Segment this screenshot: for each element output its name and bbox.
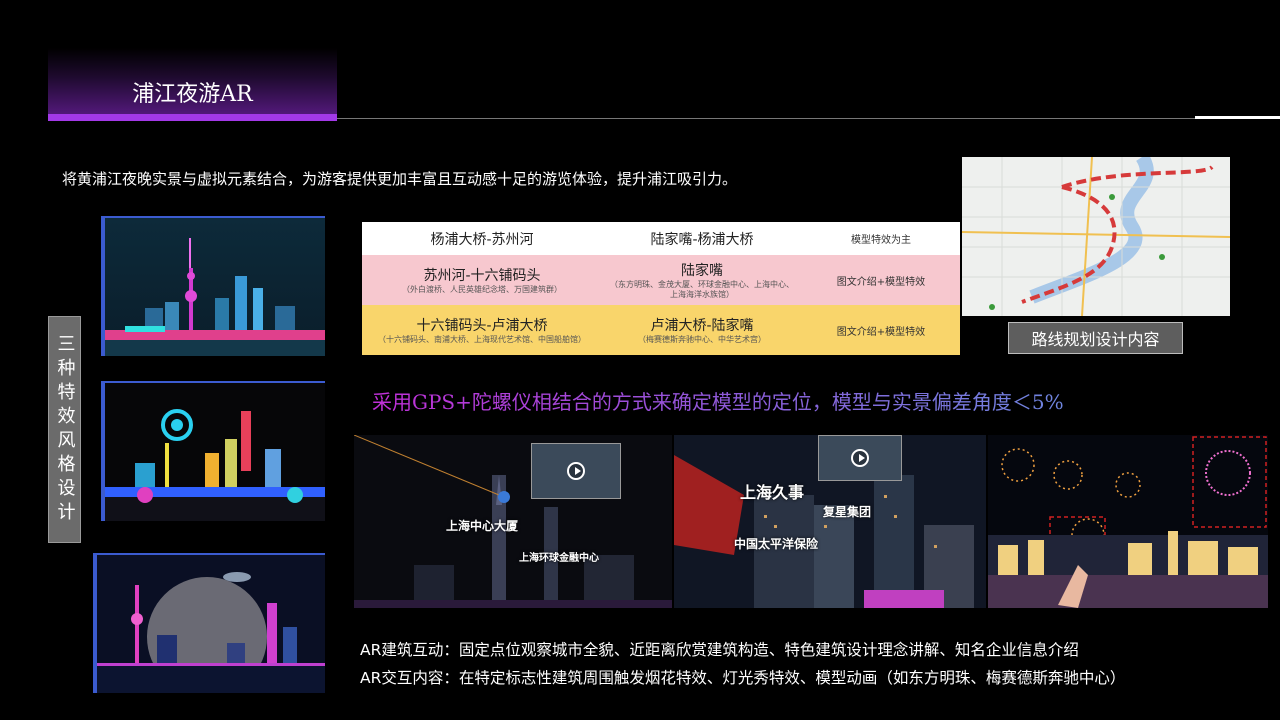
ar-screenshot-1: 上海中心大厦 上海环球金融中心 [354, 435, 672, 608]
route-detail: （外白渡桥、人民英雄纪念塔、万国建筑群） [402, 285, 562, 294]
route-detail: （十六铺码头、南浦大桥、上海现代艺术馆、中国船舶馆） [378, 335, 586, 344]
intro-text: 将黄浦江夜晚实景与虚拟元素结合，为游客提供更加丰富且互动感十足的游览体验，提升浦… [62, 170, 738, 188]
table-header-cell: 模型特效为主 [851, 235, 911, 246]
night-skyline-image-1 [101, 216, 325, 356]
play-icon[interactable] [851, 449, 869, 467]
footer-line-2: AR交互内容：在特定标志性建筑周围触发烟花特效、灯光秀特效、模型动画（如东方明珠… [360, 669, 1126, 687]
building-label: 中国太平洋保险 [734, 537, 819, 551]
header-divider [337, 118, 1280, 119]
header-accent-bar [48, 114, 337, 121]
page-title: 浦江夜游AR [132, 82, 253, 107]
route-table: 杨浦大桥-苏州河 陆家嘴-杨浦大桥 模型特效为主 苏州河-十六铺码头 （外白渡桥… [362, 222, 960, 355]
building-label: 上海中心大厦 [446, 519, 519, 533]
header-divider-accent [1195, 116, 1280, 119]
area-detail: （梅赛德斯奔驰中心、中华艺术宫） [638, 335, 766, 344]
area-name: 陆家嘴 [681, 263, 723, 279]
side-label-text: 三种特效风格设计 [54, 333, 76, 526]
video-thumbnail[interactable] [531, 443, 621, 499]
route-name: 十六铺码头-卢浦大桥 [416, 318, 548, 334]
table-cell-area: 卢浦大桥-陆家嘴 （梅赛德斯奔驰中心、中华艺术宫） [602, 305, 802, 355]
gps-text: 采用GPS+陀螺仪相结合的方式来确定模型的定位，模型与实景偏差角度＜5% [372, 386, 1064, 415]
table-cell-effect: 图文介绍+模型特效 [802, 305, 960, 355]
table-header-cell: 杨浦大桥-苏州河 [430, 231, 534, 248]
table-header-cell: 陆家嘴-杨浦大桥 [650, 231, 754, 248]
ar-screenshot-2: 上海久事 复星集团 中国太平洋保险 [674, 435, 986, 608]
area-detail: （东方明珠、金茂大厦、环球金融中心、上海中心、上海海洋水族馆） [610, 280, 794, 299]
ar-screenshot-3 [988, 435, 1268, 608]
area-name: 卢浦大桥-陆家嘴 [650, 318, 754, 334]
route-map-image [962, 157, 1230, 316]
night-skyline-image-2 [101, 381, 325, 521]
video-thumbnail[interactable] [818, 435, 902, 481]
table-cell-route: 苏州河-十六铺码头 （外白渡桥、人民英雄纪念塔、万国建筑群） [362, 255, 602, 305]
table-cell-route: 十六铺码头-卢浦大桥 （十六铺码头、南浦大桥、上海现代艺术馆、中国船舶馆） [362, 305, 602, 355]
route-name: 苏州河-十六铺码头 [423, 268, 541, 284]
building-label: 上海环球金融中心 [519, 553, 599, 564]
building-label: 上海久事 [740, 483, 805, 502]
footer-line-1: AR建筑互动：固定点位观察城市全貌、近距离欣赏建筑构造、特色建筑设计理念讲解、知… [360, 641, 1079, 659]
play-icon[interactable] [567, 462, 585, 480]
night-skyline-image-3 [93, 553, 325, 693]
map-caption: 路线规划设计内容 [1008, 322, 1183, 354]
table-cell-area: 陆家嘴 （东方明珠、金茂大厦、环球金融中心、上海中心、上海海洋水族馆） [602, 255, 802, 305]
building-label: 复星集团 [823, 505, 872, 519]
table-cell-effect: 图文介绍+模型特效 [802, 255, 960, 305]
side-label-box: 三种特效风格设计 [48, 316, 81, 543]
